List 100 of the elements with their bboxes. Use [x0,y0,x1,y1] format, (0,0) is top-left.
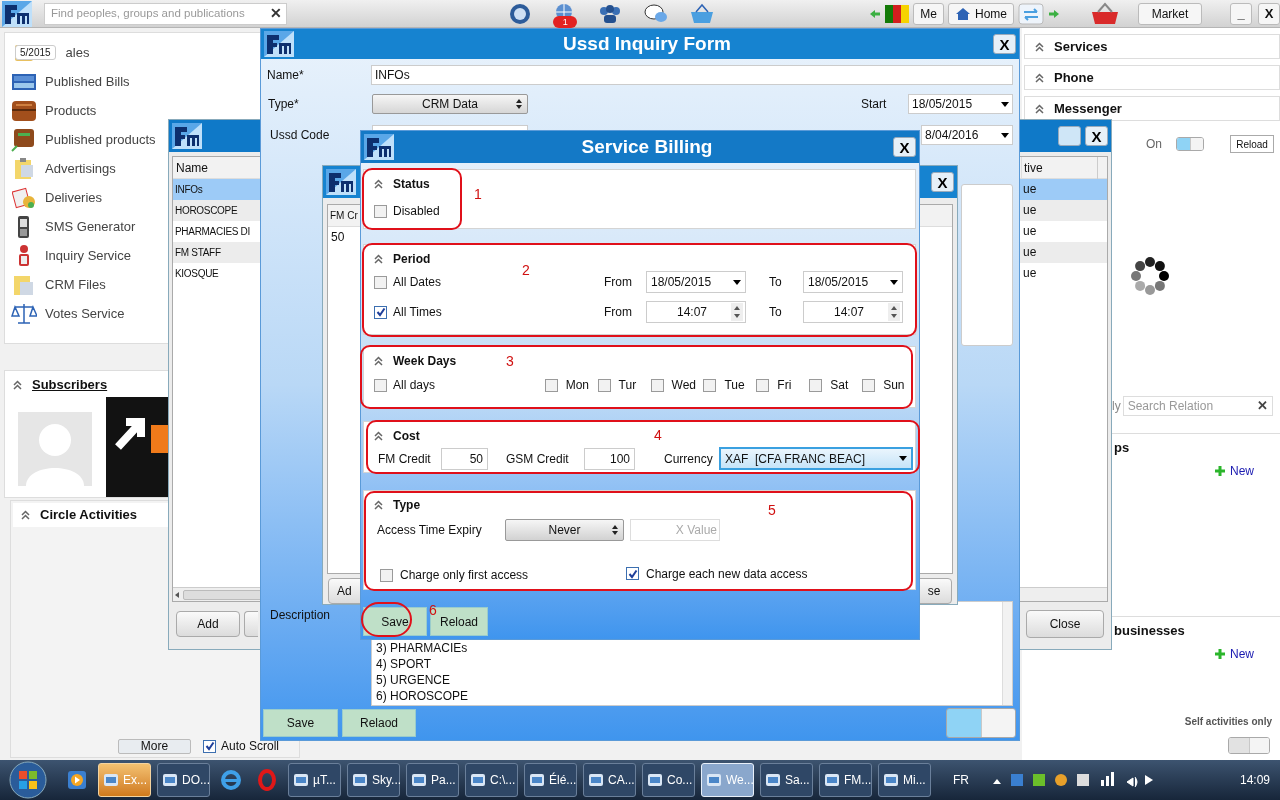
date-field[interactable]: 18/05/2015 [908,94,1013,114]
language-indicator[interactable]: FR [953,771,969,789]
credit-field[interactable]: 100 [584,447,635,470]
field-label: To [769,274,783,291]
toggle-label: Self activities only [1184,715,1272,729]
taskbar-item[interactable]: Sa... [760,763,813,797]
add-button[interactable]: Add [176,611,240,637]
close-button[interactable]: Close [1026,610,1104,638]
table-cell-text: FM STAFF [174,246,222,260]
field-label: Start [861,96,888,113]
menu-item[interactable]: Inquiry Service [11,241,131,270]
table-cell-text: ue [1022,202,1038,219]
search-field[interactable]: Search Relation ✕ [1122,396,1273,416]
clear-button[interactable]: ✕ [270,3,283,24]
window-title: Ussd Inquiry Form [563,31,731,56]
taskbar-item[interactable]: CA... [583,763,636,797]
time-field[interactable]: 14:07 [646,301,746,323]
date-field[interactable]: 8/04/2016 [921,125,1013,145]
section-header[interactable]: Messenger [1024,96,1280,121]
menu-item[interactable]: Deliveries [11,183,103,212]
taskbar-item[interactable]: DO... [157,763,210,797]
table-cell-text: PHARMACIES DI [174,225,251,239]
credit-field[interactable]: 50 [441,447,488,470]
type-select[interactable]: CRM Data [372,94,528,114]
name-field[interactable]: INFOs [371,65,1013,85]
save-button[interactable]: Save [363,607,427,636]
checkbox-label: Sat [830,377,849,394]
menu-item[interactable]: Advertisings [11,154,116,183]
annotation-number: 4 [654,428,662,442]
taskbar-item[interactable]: Élé... [524,763,577,797]
value-field[interactable]: X Value [630,519,720,541]
reload-button[interactable]: Reload [1230,135,1274,153]
close-button[interactable]: X [931,172,954,192]
field-label: Access Time Expiry [377,522,483,539]
new-link[interactable]: New [1230,645,1254,663]
description-line: 6) HOROSCOPE [376,688,469,704]
menu-item[interactable]: Published Bills [11,67,130,96]
description-line: 4) SPORT [376,656,433,672]
clear-button[interactable]: ✕ [1256,396,1268,416]
field-label: Ussd Code [269,127,331,144]
field-label: Currency [664,450,714,468]
add-button[interactable]: Ad [328,578,362,604]
expiry-select[interactable]: Never [505,519,624,541]
taskbar-item[interactable]: µT... [288,763,341,797]
checkbox-label: Auto Scroll [221,738,280,755]
section-header[interactable]: Phone [1024,65,1280,90]
menu-item[interactable]: Products [11,96,97,125]
taskbar-item[interactable]: Sky... [347,763,400,797]
notification-badge: 1 [553,15,578,28]
checkbox-label: All days [393,377,437,394]
close-button[interactable]: X [1085,126,1108,146]
group-title: ps [1114,438,1130,457]
field-label: From [604,304,633,321]
checkbox-label: Tue [724,377,745,394]
description-line: 3) PHARMACIEs [376,640,469,656]
taskbar-item[interactable]: FM... [819,763,872,797]
field-label: From [604,274,633,291]
date-field[interactable]: 18/05/2015 [646,271,746,293]
me-button[interactable]: Me [913,2,944,25]
field-label: Description [269,607,332,624]
currency-select[interactable]: XAF [CFA FRANC BEAC] [719,447,913,470]
home-button[interactable]: Home [948,2,1014,25]
date-field[interactable]: 18/05/2015 [803,271,903,293]
table-cell-text: INFOs [174,183,204,197]
field-label: FM Credit [378,450,432,468]
close-button[interactable]: X [993,34,1016,54]
field-label: Name* [266,67,305,84]
menu-item[interactable]: CRM Files [11,270,106,299]
column-header[interactable]: Name [173,157,261,179]
annotation-number: 3 [506,354,514,368]
checkbox-label: Wed [671,377,696,394]
group-title: businesses [1114,621,1185,640]
save-button[interactable]: Save [263,709,338,737]
section-title: Type [393,496,421,514]
section-title[interactable]: Subscribers [32,375,108,395]
annotation-number: 2 [522,263,530,277]
annotation-number: 5 [768,503,776,517]
clock[interactable]: 14:09 [1239,771,1270,789]
more-button[interactable]: More [118,738,191,754]
table-cell-text: ue [1022,244,1038,261]
minimize-button[interactable]: _ [1230,2,1252,25]
checkbox-label: Charge only first access [400,567,529,584]
menu-item[interactable]: Votes Service [11,299,125,328]
taskbar-item[interactable]: Mi... [878,763,931,797]
taskbar-item[interactable]: Pa... [406,763,459,797]
column-header[interactable]: FM Cr [328,205,360,226]
search-field[interactable]: Find peoples, groups and publications ✕ [44,2,288,25]
close-button[interactable]: X [893,137,916,157]
close-button[interactable]: X [1258,2,1280,25]
taskbar-item[interactable]: Co... [642,763,695,797]
time-field[interactable]: 14:07 [803,301,903,323]
table-cell-text: ue [1022,181,1038,198]
menu-item[interactable]: Published products [11,125,156,154]
reload-button[interactable]: Relaod [342,709,416,737]
section-title: Cost [393,427,420,445]
market-button[interactable]: Market [1138,2,1202,25]
section-header[interactable]: Services [1024,34,1280,59]
menu-item[interactable]: SMS Generator [11,212,136,241]
taskbar-item[interactable]: C:\... [465,763,518,797]
new-link[interactable]: New [1230,462,1254,480]
